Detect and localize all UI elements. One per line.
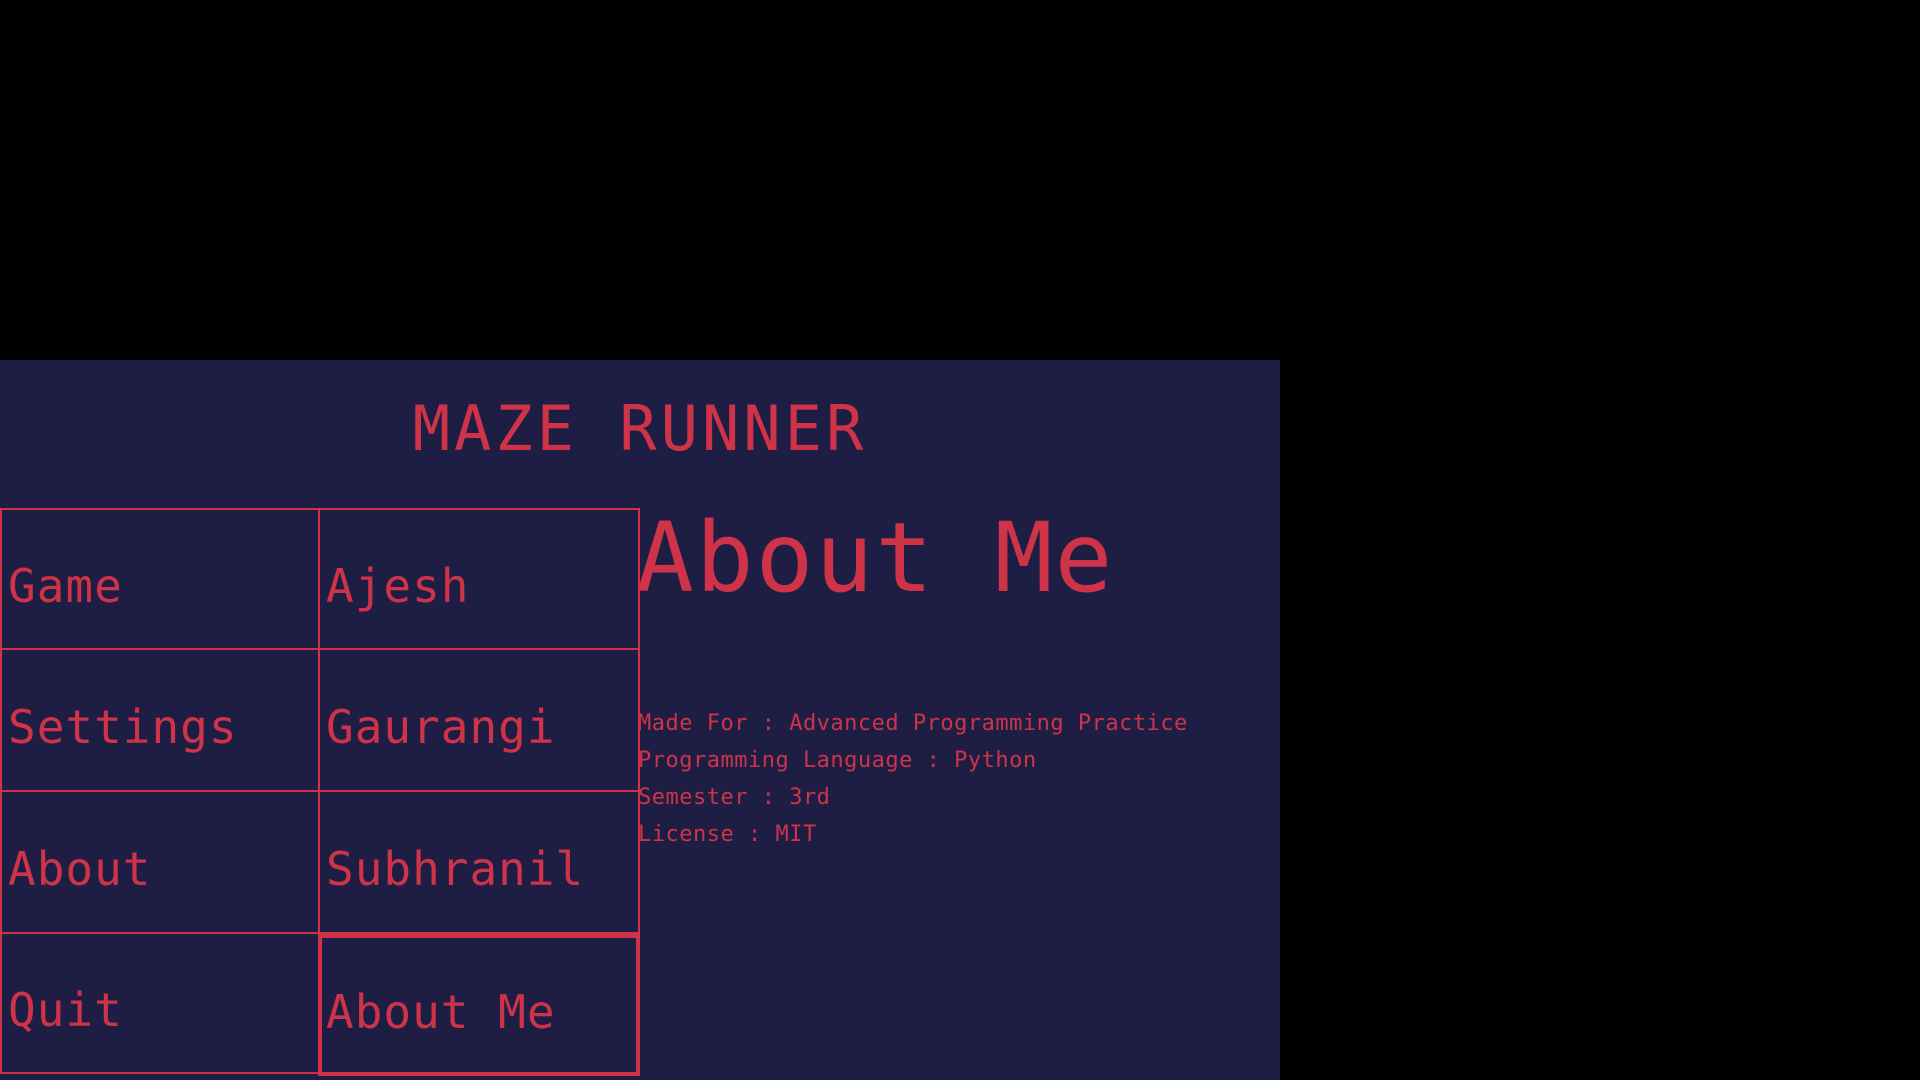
game-title: MAZE RUNNER	[412, 392, 868, 465]
info-license: License : MIT	[638, 822, 817, 847]
menu-button-game[interactable]: Game	[0, 508, 320, 650]
menu-button-about[interactable]: About	[0, 790, 320, 934]
menu-button-ajesh[interactable]: Ajesh	[318, 508, 640, 650]
info-language: Programming Language : Python	[638, 748, 1037, 773]
menu-button-settings[interactable]: Settings	[0, 648, 320, 792]
about-heading: About Me	[636, 502, 1115, 614]
info-semester: Semester : 3rd	[638, 785, 831, 810]
menu-button-subhranil[interactable]: Subhranil	[318, 790, 640, 934]
game-window: MAZE RUNNER Game Settings About Quit Aje…	[0, 360, 1280, 1080]
about-info-list: Made For : Advanced Programming Practice…	[638, 705, 1188, 853]
menu-button-quit[interactable]: Quit	[0, 932, 320, 1074]
menu-button-about-me[interactable]: About Me	[318, 934, 640, 1076]
info-made-for: Made For : Advanced Programming Practice	[638, 711, 1188, 736]
menu-button-gaurangi[interactable]: Gaurangi	[318, 648, 640, 792]
